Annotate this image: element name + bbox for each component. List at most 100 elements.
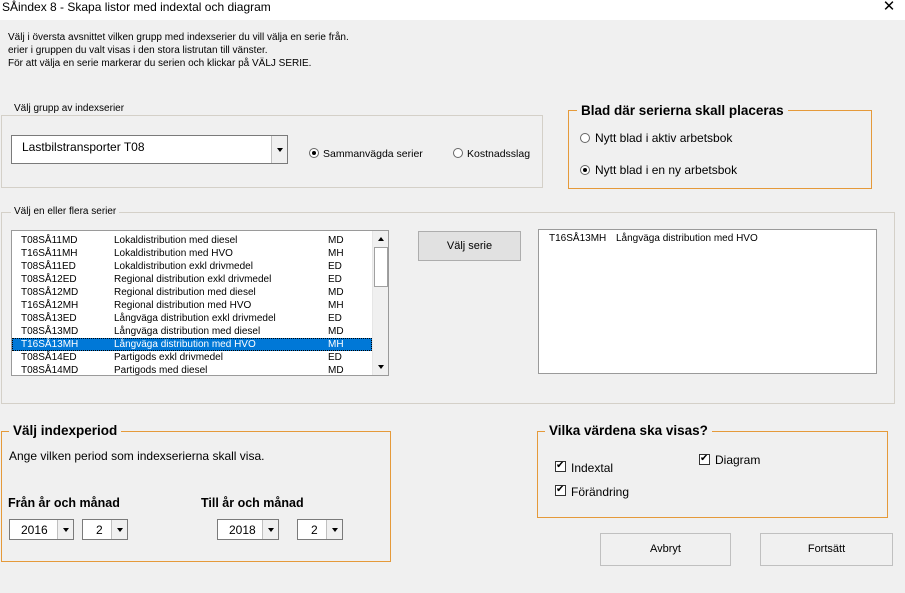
list-scrollbar[interactable] bbox=[372, 231, 388, 375]
series-desc: Regional distribution med HVO bbox=[114, 300, 252, 311]
to-year-value: 2018 bbox=[229, 523, 256, 537]
scroll-down-button[interactable] bbox=[373, 359, 388, 375]
list-item[interactable]: T08SÅ13MD Långväga distribution med dies… bbox=[12, 325, 372, 338]
series-code: T08SÅ14MD bbox=[21, 365, 79, 376]
radio-cost-label: Kostnadsslag bbox=[467, 148, 531, 160]
list-item[interactable]: T16SÅ12MH Regional distribution med HVO … bbox=[12, 299, 372, 312]
chevron-down-icon bbox=[62, 527, 69, 532]
series-code: T08SÅ11MD bbox=[21, 235, 78, 246]
diagram-checkbox[interactable] bbox=[699, 453, 710, 465]
series-type: MH bbox=[328, 248, 344, 259]
series-code: T16SÅ13MH bbox=[21, 339, 79, 350]
radio-cost-type[interactable] bbox=[453, 148, 463, 158]
select-series-button[interactable]: Välj serie bbox=[418, 231, 521, 261]
series-desc: Lokaldistribution med HVO bbox=[114, 248, 233, 259]
scroll-thumb[interactable] bbox=[374, 247, 388, 287]
from-label: Från år och månad bbox=[8, 496, 120, 510]
group-combo[interactable]: Lastbilstransporter T08 bbox=[11, 135, 288, 164]
from-year-select[interactable]: 2016 bbox=[9, 519, 74, 540]
chosen-series-desc: Långväga distribution med HVO bbox=[616, 233, 758, 244]
series-code: T08SÅ12MD bbox=[21, 287, 79, 298]
display-legend: Vilka värdena ska visas? bbox=[545, 423, 712, 439]
list-item[interactable]: T08SÅ12MD Regional distribution med dies… bbox=[12, 286, 372, 299]
to-year-dropdown[interactable] bbox=[262, 520, 278, 539]
indextal-checkbox[interactable] bbox=[555, 460, 566, 472]
series-desc: Partigods exkl drivmedel bbox=[114, 352, 223, 363]
instruction-line: Välj i översta avsnittet vilken grupp me… bbox=[8, 32, 349, 43]
to-month-select[interactable]: 2 bbox=[297, 519, 343, 540]
chevron-up-icon bbox=[378, 237, 384, 241]
series-desc: Partigods med diesel bbox=[114, 365, 208, 376]
series-listbox[interactable]: T08SÅ11MD Lokaldistribution med diesel M… bbox=[11, 230, 389, 376]
period-instruction: Ange vilken period som indexserierna ska… bbox=[9, 449, 265, 463]
chevron-down-icon bbox=[331, 527, 338, 532]
close-icon[interactable]: ✕ bbox=[879, 0, 899, 18]
scroll-up-button[interactable] bbox=[373, 231, 388, 247]
from-month-value: 2 bbox=[96, 523, 103, 537]
series-code: T08SÅ12ED bbox=[21, 274, 77, 285]
from-month-select[interactable]: 2 bbox=[82, 519, 128, 540]
from-year-value: 2016 bbox=[21, 523, 48, 537]
series-code: T08SÅ13MD bbox=[21, 326, 79, 337]
instruction-line: För att välja en serie markerar du serie… bbox=[8, 58, 312, 69]
series-type: MH bbox=[328, 339, 344, 350]
title-bar: SÅindex 8 - Skapa listor med indextal oc… bbox=[0, 0, 905, 20]
list-item-selected[interactable]: T16SÅ13MH Långväga distribution med HVO … bbox=[12, 338, 372, 351]
chevron-down-icon bbox=[267, 527, 274, 532]
sheet-placement-frame bbox=[568, 110, 872, 189]
radio-active-workbook[interactable] bbox=[580, 133, 590, 143]
to-year-select[interactable]: 2018 bbox=[217, 519, 279, 540]
series-desc: Långväga distribution exkl drivmedel bbox=[114, 313, 276, 324]
radio-weighted-series[interactable] bbox=[309, 148, 319, 158]
radio-active-workbook-label: Nytt blad i aktiv arbetsbok bbox=[595, 131, 733, 145]
chosen-series-listbox[interactable]: T16SÅ13MH Långväga distribution med HVO bbox=[538, 229, 877, 374]
series-code: T08SÅ14ED bbox=[21, 352, 77, 363]
list-item[interactable]: T08SÅ14MD Partigods med diesel MD bbox=[12, 364, 372, 376]
forandring-checkbox[interactable] bbox=[555, 484, 566, 496]
radio-new-workbook[interactable] bbox=[580, 165, 590, 175]
list-item[interactable]: T08SÅ12ED Regional distribution exkl dri… bbox=[12, 273, 372, 286]
from-month-dropdown[interactable] bbox=[111, 520, 127, 539]
to-label: Till år och månad bbox=[201, 496, 304, 510]
chosen-series-code: T16SÅ13MH bbox=[549, 233, 607, 244]
list-item[interactable]: T08SÅ13ED Långväga distribution exkl dri… bbox=[12, 312, 372, 325]
series-code: T16SÅ11MH bbox=[21, 248, 78, 259]
indextal-label: Indextal bbox=[571, 461, 614, 475]
series-desc: Långväga distribution med HVO bbox=[114, 339, 256, 350]
group-select-legend: Välj grupp av indexserier bbox=[11, 103, 128, 115]
series-type: MD bbox=[328, 365, 344, 376]
list-item[interactable]: T08SÅ11ED Lokaldistribution exkl drivmed… bbox=[12, 260, 372, 273]
series-desc: Regional distribution exkl drivmedel bbox=[114, 274, 272, 285]
series-desc: Långväga distribution med diesel bbox=[114, 326, 261, 337]
list-item[interactable]: T16SÅ11MH Lokaldistribution med HVO MH bbox=[12, 247, 372, 260]
list-item[interactable]: T16SÅ13MH Långväga distribution med HVO bbox=[539, 232, 869, 245]
sheet-placement-legend: Blad där serierna skall placeras bbox=[577, 103, 788, 119]
series-desc: Lokaldistribution med diesel bbox=[114, 235, 238, 246]
period-legend: Välj indexperiod bbox=[9, 423, 122, 439]
series-desc: Regional distribution med diesel bbox=[114, 287, 256, 298]
group-combo-value: Lastbilstransporter T08 bbox=[22, 140, 145, 154]
instructions: Välj i översta avsnittet vilken grupp me… bbox=[8, 31, 349, 70]
series-type: ED bbox=[328, 274, 342, 285]
series-type: MD bbox=[328, 287, 344, 298]
list-item[interactable]: T08SÅ11MD Lokaldistribution med diesel M… bbox=[12, 234, 372, 247]
chevron-down-icon bbox=[116, 527, 123, 532]
cancel-button[interactable]: Avbryt bbox=[600, 533, 731, 566]
continue-button[interactable]: Fortsätt bbox=[760, 533, 893, 566]
window-title: SÅindex 8 - Skapa listor med indextal oc… bbox=[2, 0, 271, 14]
series-select-legend: Välj en eller flera serier bbox=[11, 206, 120, 218]
combo-dropdown-button[interactable] bbox=[271, 136, 287, 163]
radio-weighted-label: Sammanvägda serier bbox=[323, 148, 423, 160]
series-code: T08SÅ13ED bbox=[21, 313, 77, 324]
series-desc: Lokaldistribution exkl drivmedel bbox=[114, 261, 253, 272]
to-month-dropdown[interactable] bbox=[326, 520, 342, 539]
series-type: MH bbox=[328, 300, 344, 311]
list-item[interactable]: T08SÅ14ED Partigods exkl drivmedel ED bbox=[12, 351, 372, 364]
diagram-label: Diagram bbox=[715, 453, 761, 467]
instruction-line: erier i gruppen du valt visas i den stor… bbox=[8, 45, 268, 56]
series-type: MD bbox=[328, 235, 344, 246]
series-type: ED bbox=[328, 313, 342, 324]
chevron-down-icon bbox=[276, 147, 283, 152]
from-year-dropdown[interactable] bbox=[57, 520, 73, 539]
series-type: MD bbox=[328, 326, 344, 337]
